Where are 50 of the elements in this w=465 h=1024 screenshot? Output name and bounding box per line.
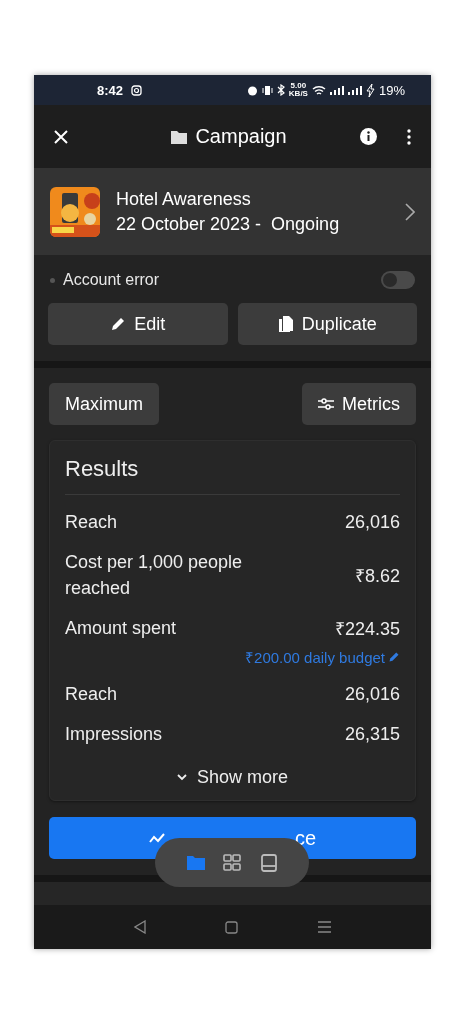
status-label: Account error	[63, 271, 160, 289]
alarm-icon	[246, 84, 258, 96]
vibrate-icon	[261, 84, 273, 96]
folder-icon	[171, 129, 188, 144]
chevron-right-icon[interactable]	[405, 202, 415, 221]
metric-label: Impressions	[65, 723, 163, 746]
menu-icon[interactable]	[318, 921, 332, 933]
campaign-name: Hotel Awareness	[116, 188, 252, 210]
edit-button[interactable]: Edit	[48, 303, 228, 345]
status-dot	[50, 277, 55, 283]
sliders-icon	[318, 397, 334, 411]
tablet-tab[interactable]	[258, 852, 279, 873]
metric-label: Reach	[65, 511, 118, 534]
budget-link[interactable]: ₹200.00 daily budget	[245, 647, 385, 667]
signal-icon	[329, 84, 344, 96]
metric-value: 26,315	[344, 723, 400, 745]
metric-label: Reach	[65, 683, 118, 706]
grid-tab[interactable]	[222, 852, 242, 873]
metric-value: 26,016	[344, 511, 400, 533]
metrics-button[interactable]: Metrics	[302, 383, 416, 425]
show-more-button[interactable]: Show more	[176, 767, 288, 788]
header-title: Campaign	[195, 125, 287, 148]
battery-percent: 19%	[378, 82, 405, 98]
metric-label: Cost per 1,000 people reached	[65, 551, 244, 600]
card-title: Results	[65, 453, 400, 495]
signal-icon	[347, 84, 362, 96]
wifi-icon	[311, 84, 326, 96]
info-icon[interactable]	[360, 128, 377, 145]
network-speed: 5.00 KB/S	[288, 82, 308, 98]
toggle-switch[interactable]	[381, 271, 415, 289]
camera-icon	[131, 84, 143, 96]
pencil-icon	[110, 316, 127, 332]
charging-icon	[365, 83, 375, 97]
metric-label: Amount spent	[65, 617, 177, 640]
bluetooth-icon	[276, 84, 285, 96]
back-icon[interactable]	[133, 920, 146, 934]
metric-value: ₹8.62	[354, 565, 400, 587]
campaign-dates: 22 October 2023 - Ongoing	[116, 213, 341, 235]
close-icon[interactable]	[54, 129, 68, 144]
more-icon[interactable]	[407, 128, 411, 145]
chevron-down-icon	[176, 774, 187, 781]
home-icon[interactable]	[225, 920, 239, 934]
trend-icon	[148, 832, 165, 844]
pencil-icon[interactable]	[388, 651, 400, 663]
duplicate-button[interactable]: Duplicate	[237, 303, 417, 345]
metric-value: 26,016	[344, 683, 400, 705]
copy-icon	[277, 315, 294, 333]
bid-strategy-button[interactable]: Maximum	[49, 383, 159, 425]
metric-value: ₹224.35	[334, 618, 400, 640]
clock-time: 8:42	[97, 82, 124, 98]
